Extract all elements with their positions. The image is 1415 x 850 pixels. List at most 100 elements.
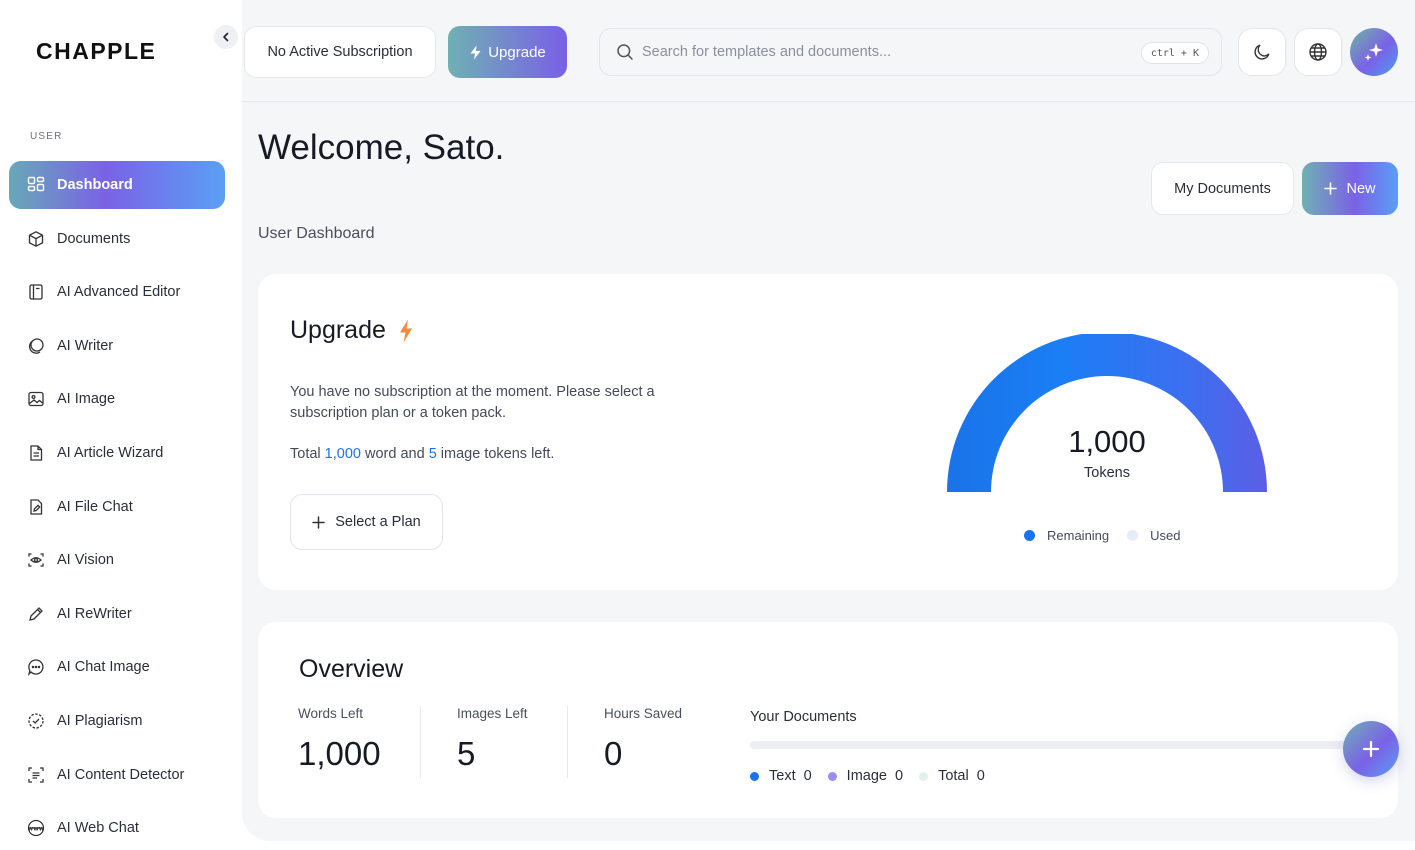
upgrade-button[interactable]: Upgrade	[448, 26, 567, 78]
legend-dot-image	[827, 771, 837, 781]
plus-icon	[1324, 182, 1338, 195]
stat-label: Hours Saved	[604, 706, 683, 721]
documents-legend: Text 0 Image 0 Total 0	[750, 768, 1001, 784]
document-icon	[26, 443, 46, 463]
legend-value: 0	[976, 768, 985, 784]
sidebar-item-label: AI Plagiarism	[57, 712, 143, 729]
sidebar-nav: Dashboard Documents AI Advanced Editor A…	[9, 161, 225, 850]
stat-label: Words Left	[298, 706, 364, 721]
stat-hours-saved: Hours Saved 0	[604, 706, 682, 773]
legend-item-used[interactable]: Used	[1127, 528, 1181, 543]
your-documents-title: Your Documents	[750, 709, 857, 725]
documents-progress-bar	[750, 741, 1370, 749]
pen-icon	[26, 604, 46, 624]
svg-text:www: www	[28, 825, 45, 832]
select-plan-button[interactable]: Select a Plan	[290, 494, 443, 550]
gauge-unit: Tokens	[1084, 465, 1130, 481]
stat-value: 0	[604, 735, 623, 772]
upgrade-card-title: Upgrade	[290, 316, 414, 345]
overview-title: Overview	[299, 655, 404, 683]
grid-icon	[26, 175, 46, 195]
sidebar-item-dashboard[interactable]: Dashboard	[9, 161, 225, 209]
plus-icon	[1362, 740, 1380, 758]
notebook-icon	[26, 282, 46, 302]
image-tokens-count: 5	[428, 446, 437, 462]
stat-value: 5	[457, 735, 476, 772]
sidebar-item-ai-file-chat[interactable]: AI File Chat	[9, 483, 225, 531]
subscription-status-button[interactable]: No Active Subscription	[244, 26, 436, 78]
sidebar-item-label: AI Writer	[57, 337, 114, 354]
chat-bubble-icon	[26, 657, 46, 677]
legend-dot-total	[919, 771, 929, 781]
documents-legend-total: Total 0	[919, 768, 985, 784]
legend-label: Text	[769, 768, 796, 784]
select-plan-label: Select a Plan	[335, 514, 421, 530]
sidebar-item-label: AI ReWriter	[57, 605, 132, 622]
my-documents-button[interactable]: My Documents	[1151, 162, 1294, 215]
sidebar-item-ai-advanced-editor[interactable]: AI Advanced Editor	[9, 268, 225, 316]
sidebar-item-ai-plagiarism[interactable]: AI Plagiarism	[9, 697, 225, 745]
sidebar-item-ai-image[interactable]: AI Image	[9, 375, 225, 423]
upgrade-card-title-text: Upgrade	[290, 316, 386, 344]
sidebar-item-label: AI Image	[57, 391, 116, 408]
sidebar-item-ai-rewriter[interactable]: AI ReWriter	[9, 590, 225, 638]
legend-dot-used	[1127, 530, 1139, 541]
floating-add-button[interactable]	[1343, 721, 1399, 777]
chevron-left-icon	[223, 32, 229, 42]
new-button-label: New	[1346, 180, 1376, 197]
sidebar-item-ai-vision[interactable]: AI Vision	[9, 536, 225, 584]
legend-label: Image	[846, 768, 887, 784]
sidebar-item-label: Dashboard	[57, 177, 133, 193]
stat-value: 1,000	[298, 735, 381, 772]
main-content: No Active Subscription Upgrade ctrl + K …	[242, 0, 1415, 841]
upgrade-description: You have no subscription at the moment. …	[290, 384, 655, 421]
legend-label: Total	[938, 768, 969, 784]
stat-images-left: Images Left 5	[457, 706, 528, 773]
circles-icon	[26, 336, 46, 356]
sidebar-item-ai-web-chat[interactable]: www AI Web Chat	[9, 804, 225, 850]
upgrade-card: Upgrade You have no subscription at the …	[258, 274, 1398, 590]
dark-mode-toggle[interactable]	[1238, 28, 1286, 76]
page-title: Welcome, Sato.	[258, 128, 505, 167]
moon-icon	[1254, 44, 1270, 60]
globe-icon	[1309, 43, 1327, 61]
ai-assistant-button[interactable]	[1350, 28, 1398, 76]
legend-item-remaining[interactable]: Remaining	[1024, 528, 1109, 543]
search-shortcut-badge: ctrl + K	[1140, 42, 1209, 64]
plus-icon	[312, 515, 326, 529]
sidebar-item-label: AI Chat Image	[57, 659, 150, 676]
upgrade-button-label: Upgrade	[488, 43, 546, 61]
legend-dot-remaining	[1024, 530, 1035, 541]
language-button[interactable]	[1294, 28, 1342, 76]
www-icon: www	[26, 818, 46, 838]
gauge-value: 1,000	[1068, 424, 1146, 459]
legend-value: 0	[803, 768, 812, 784]
search-input[interactable]	[642, 44, 1122, 60]
eye-scan-icon	[26, 550, 46, 570]
search-bar[interactable]: ctrl + K	[599, 28, 1222, 76]
documents-legend-text: Text 0	[750, 768, 812, 784]
sidebar-collapse-button[interactable]	[214, 25, 238, 49]
sidebar-item-documents[interactable]: Documents	[9, 215, 225, 263]
search-icon	[617, 44, 633, 60]
scan-text-icon	[26, 765, 46, 785]
sidebar-item-ai-article-wizard[interactable]: AI Article Wizard	[9, 429, 225, 477]
legend-label: Used	[1150, 528, 1181, 543]
cube-icon	[26, 229, 46, 249]
sidebar-item-label: AI Advanced Editor	[57, 284, 181, 301]
app-logo[interactable]: CHAPPLE	[36, 38, 156, 65]
sparkle-icon	[1364, 43, 1383, 61]
new-button[interactable]: New	[1302, 162, 1398, 215]
sidebar-item-ai-chat-image[interactable]: AI Chat Image	[9, 643, 225, 691]
sidebar-item-ai-writer[interactable]: AI Writer	[9, 322, 225, 370]
sidebar-item-label: AI Web Chat	[57, 820, 139, 837]
sidebar-item-label: AI Vision	[57, 552, 114, 569]
stat-words-left: Words Left 1,000	[298, 706, 381, 773]
stat-divider	[567, 706, 568, 778]
sidebar-item-label: AI Content Detector	[57, 766, 185, 783]
tokens-left-text: Total 1,000 word and 5 image tokens left…	[290, 446, 554, 462]
file-edit-icon	[26, 497, 46, 517]
sidebar-item-label: AI File Chat	[57, 498, 133, 515]
sidebar-item-ai-content-detector[interactable]: AI Content Detector	[9, 751, 225, 799]
tokens-prefix: Total	[290, 446, 321, 462]
